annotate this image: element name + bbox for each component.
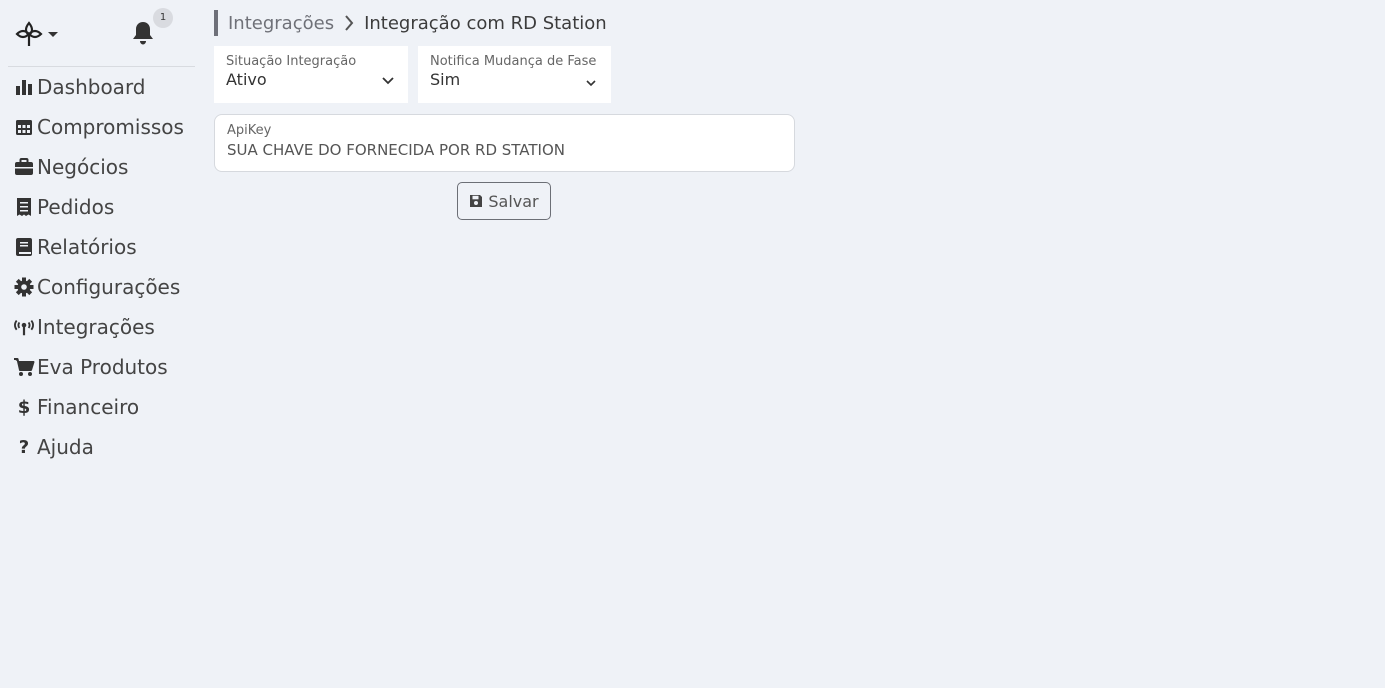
save-button-label: Salvar xyxy=(488,191,539,211)
save-button[interactable]: Salvar xyxy=(457,182,551,220)
dollar-icon: $ xyxy=(17,396,31,418)
calendar-icon xyxy=(13,116,35,138)
cart-icon xyxy=(13,356,35,378)
sidebar-item-relatorios[interactable]: Relatórios xyxy=(0,227,205,267)
chevron-down-icon xyxy=(48,31,58,37)
gear-icon xyxy=(13,276,35,298)
notifica-mudanca-fase-value: Sim xyxy=(430,70,461,89)
sidebar-item-financeiro[interactable]: $ Financeiro xyxy=(0,387,205,427)
page-title: Integração com RD Station xyxy=(364,12,607,34)
situacao-integracao-select[interactable]: Situação Integração Ativo xyxy=(214,46,408,103)
logo-menu-button[interactable] xyxy=(14,17,74,51)
antenna-icon xyxy=(13,316,35,338)
apikey-input[interactable] xyxy=(227,141,782,159)
sidebar-item-label: Eva Produtos xyxy=(37,355,168,379)
sidebar-item-ajuda[interactable]: ? Ajuda xyxy=(0,427,205,467)
notifica-mudanca-fase-label: Notifica Mudança de Fase xyxy=(430,54,597,69)
sidebar-item-integracoes[interactable]: Integrações xyxy=(0,307,205,347)
book-icon xyxy=(13,236,35,258)
notifica-mudanca-fase-select[interactable]: Notifica Mudança de Fase Sim xyxy=(418,46,611,103)
sidebar: 1 Dashboard Compromissos Negócios Pedido… xyxy=(0,0,205,688)
bell-icon xyxy=(131,22,155,50)
sidebar-item-compromissos[interactable]: Compromissos xyxy=(0,107,205,147)
sidebar-item-label: Relatórios xyxy=(37,235,137,259)
situacao-integracao-value: Ativo xyxy=(226,70,267,89)
sidebar-nav: Dashboard Compromissos Negócios Pedidos … xyxy=(0,67,205,467)
sidebar-item-label: Ajuda xyxy=(37,435,94,459)
sidebar-item-label: Integrações xyxy=(37,315,155,339)
sidebar-item-label: Negócios xyxy=(37,155,129,179)
notification-button[interactable] xyxy=(131,20,155,46)
breadcrumb-link-integracoes[interactable]: Integrações xyxy=(228,13,334,34)
chevron-down-icon xyxy=(586,72,596,91)
bar-chart-icon xyxy=(13,76,35,98)
sidebar-item-negocios[interactable]: Negócios xyxy=(0,147,205,187)
floppy-disk-icon xyxy=(469,194,483,208)
sidebar-item-configuracoes[interactable]: Configurações xyxy=(0,267,205,307)
sidebar-item-label: Financeiro xyxy=(37,395,140,419)
sidebar-item-label: Pedidos xyxy=(37,195,115,219)
question-icon: ? xyxy=(18,436,30,458)
chevron-right-icon xyxy=(344,15,354,31)
sidebar-item-label: Compromissos xyxy=(37,115,184,139)
apikey-field: ApiKey xyxy=(214,114,795,172)
sidebar-item-eva-produtos[interactable]: Eva Produtos xyxy=(0,347,205,387)
notification-badge: 1 xyxy=(153,8,173,28)
sidebar-item-pedidos[interactable]: Pedidos xyxy=(0,187,205,227)
sidebar-item-dashboard[interactable]: Dashboard xyxy=(0,67,205,107)
logo-icon xyxy=(14,19,44,49)
sidebar-item-label: Dashboard xyxy=(37,75,146,99)
chevron-down-icon xyxy=(382,70,394,89)
sidebar-item-label: Configurações xyxy=(37,275,181,299)
receipt-icon xyxy=(13,196,35,218)
briefcase-icon xyxy=(13,156,35,178)
apikey-label: ApiKey xyxy=(227,123,272,138)
situacao-integracao-label: Situação Integração xyxy=(226,54,357,69)
breadcrumb: Integrações Integração com RD Station xyxy=(214,10,607,36)
